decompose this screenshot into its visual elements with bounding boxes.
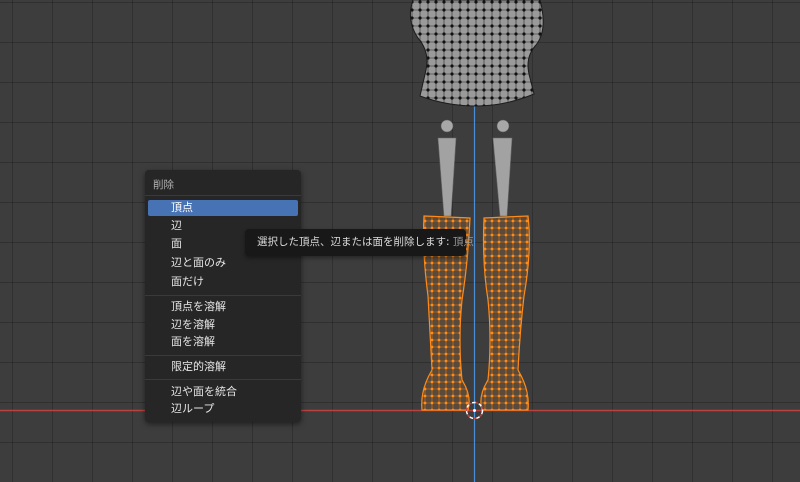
menu-item-collapse-edges-faces[interactable]: 辺や面を統合 <box>148 384 298 400</box>
menu-separator <box>145 195 301 196</box>
menu-separator <box>145 295 301 296</box>
menu-separator <box>145 379 301 380</box>
menu-item-edges-and-faces-only[interactable]: 辺と面のみ <box>148 255 298 271</box>
menu-item-edge-loops[interactable]: 辺ループ <box>148 401 298 417</box>
menu-item-dissolve-vertices[interactable]: 頂点を溶解 <box>148 299 298 315</box>
delete-menu[interactable]: 削除 頂点 辺 面 辺と面のみ 面だけ 頂点を溶解 辺を溶解 面を溶解 限定的溶… <box>145 170 301 422</box>
boot-mesh-right[interactable] <box>477 213 536 412</box>
menu-separator <box>145 355 301 356</box>
tooltip-text: 選択した頂点、辺または面を削除します: <box>257 236 450 248</box>
bone-right[interactable] <box>492 119 513 217</box>
menu-item-vertices[interactable]: 頂点 <box>148 200 298 216</box>
tooltip: 選択した頂点、辺または面を削除します: 頂点 <box>245 229 474 256</box>
menu-item-limited-dissolve[interactable]: 限定的溶解 <box>148 359 298 375</box>
torso-mesh[interactable] <box>402 0 550 108</box>
menu-item-dissolve-faces[interactable]: 面を溶解 <box>148 334 298 350</box>
tooltip-value: 頂点 <box>452 236 474 248</box>
menu-item-dissolve-edges[interactable]: 辺を溶解 <box>148 317 298 333</box>
menu-title: 削除 <box>153 179 174 191</box>
menu-item-faces-only[interactable]: 面だけ <box>148 274 298 290</box>
bone-left[interactable] <box>437 119 457 217</box>
